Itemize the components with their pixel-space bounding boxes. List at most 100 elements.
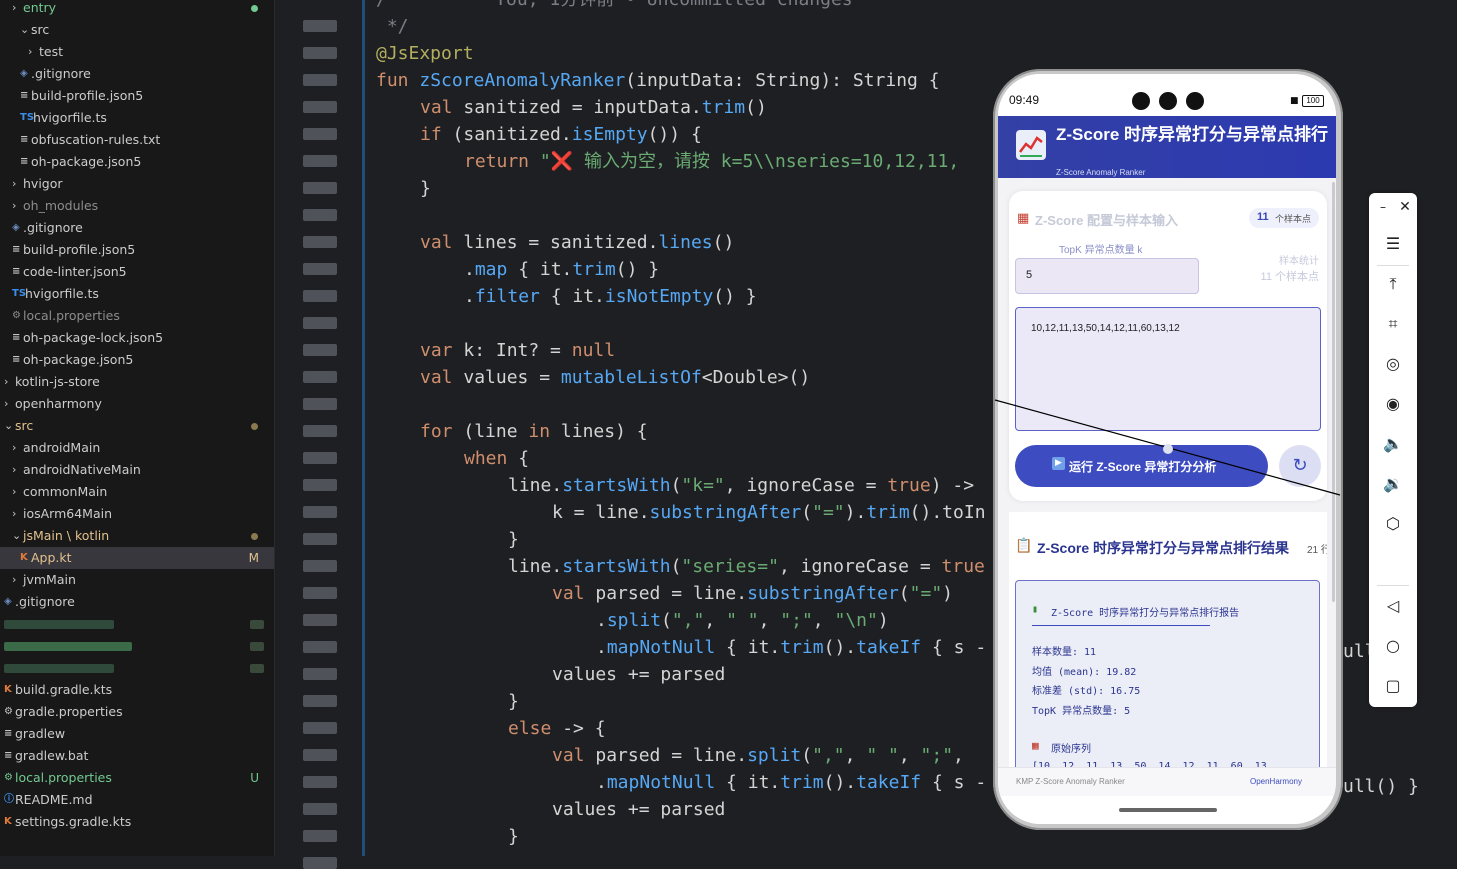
tree-item[interactable]: › jvmMain — [0, 569, 274, 591]
rotate-icon[interactable]: ◎ — [1381, 352, 1405, 376]
tree-item[interactable]: ≡ obfuscation-rules.txt — [0, 129, 274, 151]
line-number — [303, 533, 337, 545]
git-status-badge: U — [250, 771, 259, 785]
blurred-row[interactable] — [0, 657, 274, 679]
line-number — [303, 155, 337, 167]
code-line: for (line in lines) { — [420, 418, 648, 445]
tree-item[interactable]: ≡ gradlew.bat — [0, 745, 274, 767]
tree-item[interactable]: ⌄ src — [0, 19, 274, 41]
code-token: val — [420, 232, 464, 253]
result-rows-badge: 21 行 — [1307, 545, 1327, 556]
tree-item[interactable]: ≡ code-linter.json5 — [0, 261, 274, 283]
shake-icon[interactable]: ⬡ — [1381, 512, 1405, 536]
code-token: { it. — [715, 637, 781, 658]
tree-item[interactable]: TS hvigorfile.ts — [0, 107, 274, 129]
scrollbar[interactable] — [1332, 182, 1335, 602]
app-subtitle: Z-Score Anomaly Ranker — [1056, 168, 1146, 177]
sample-count-label: 个样本点 — [1275, 214, 1312, 224]
tree-item[interactable]: › test — [0, 41, 274, 63]
file-type-icon: ◈ — [4, 596, 12, 607]
tree-item[interactable]: › commonMain — [0, 481, 274, 503]
tree-item[interactable]: ◈ .gitignore — [0, 63, 274, 85]
code-token: trim — [701, 97, 746, 118]
volume-up-icon[interactable]: 🔈 — [1381, 432, 1405, 456]
tree-item[interactable]: › kotlin-js-store — [0, 371, 274, 393]
home-indicator[interactable] — [1119, 808, 1217, 812]
tree-item-label: local.properties — [15, 770, 112, 785]
pin-top-icon[interactable]: ⤒ — [1381, 272, 1405, 296]
tree-item[interactable]: ≡ build-profile.json5 — [0, 239, 274, 261]
tree-item[interactable]: ≡ gradlew — [0, 723, 274, 745]
drag-line — [994, 399, 1341, 496]
tree-item-label: oh-package-lock.json5 — [23, 330, 164, 345]
status-time: 09:49 — [1009, 93, 1040, 107]
tree-item[interactable]: K App.kt M — [0, 547, 274, 569]
code-token: true — [887, 475, 931, 496]
chart-icon — [1016, 130, 1046, 160]
tree-item[interactable]: › androidMain — [0, 437, 274, 459]
tree-item-label: oh_modules — [23, 198, 99, 213]
code-line: .map { it.trim() } — [464, 256, 659, 283]
code-token: */ — [376, 16, 409, 37]
tree-item[interactable]: › oh_modules — [0, 195, 274, 217]
tree-item[interactable]: › iosArm64Main — [0, 503, 274, 525]
code-line: .filter { it.isNotEmpty() } — [464, 283, 757, 310]
tree-item[interactable]: ⚙ gradle.properties — [0, 701, 274, 723]
blurred-row[interactable] — [0, 635, 274, 657]
tree-item[interactable]: ◈ .gitignore — [0, 217, 274, 239]
lock-icon: ■ — [1290, 96, 1299, 106]
tree-item-label: obfuscation-rules.txt — [31, 132, 161, 147]
line-number-gutter — [275, 0, 367, 869]
blurred-row[interactable] — [0, 613, 274, 635]
tree-item[interactable]: ≡ oh-package.json5 — [0, 349, 274, 371]
sample-count-number: 11 — [1257, 211, 1269, 223]
tree-item[interactable]: › openharmony — [0, 393, 274, 415]
home-icon[interactable]: ○ — [1381, 634, 1405, 658]
line-number — [303, 101, 337, 113]
line-number — [303, 452, 337, 464]
code-token: parsed = line. — [595, 745, 748, 766]
menu-icon[interactable]: ☰ — [1381, 232, 1405, 256]
tree-item[interactable]: › androidNativeMain — [0, 459, 274, 481]
tree-item-label: iosArm64Main — [23, 506, 113, 521]
tree-item-label: hvigorfile.ts — [33, 110, 107, 125]
line-number — [303, 560, 337, 572]
code-token: var — [420, 340, 464, 361]
camera-icon — [1132, 92, 1150, 110]
tree-item[interactable]: ◈ .gitignore — [0, 591, 274, 613]
code-token: return — [464, 151, 540, 172]
report-box[interactable]: ▮ Z-Score 时序异常打分与异常点排行报告 样本数量: 11 均值 (mea… — [1015, 580, 1320, 774]
tree-item[interactable]: TS hvigorfile.ts — [0, 283, 274, 305]
code-line: .mapNotNull { it.trim().takeIf { s - — [596, 634, 986, 661]
line-number — [303, 20, 337, 32]
stat-label: 样本统计 — [1279, 256, 1319, 267]
code-token: { — [518, 448, 530, 469]
topk-input[interactable]: 5 — [1015, 258, 1199, 294]
crop-icon[interactable]: ⌗ — [1381, 312, 1405, 336]
tree-item[interactable]: ≡ oh-package-lock.json5 — [0, 327, 274, 349]
tree-item[interactable]: ⚙ local.properties — [0, 305, 274, 327]
recent-icon[interactable]: ▢ — [1381, 674, 1405, 698]
code-token: values = — [463, 367, 561, 388]
tree-item[interactable]: ≡ build-profile.json5 — [0, 85, 274, 107]
tree-item[interactable]: ⌄ src — [0, 415, 274, 437]
code-token: isNotEmpty — [604, 286, 714, 307]
screenshot-icon[interactable]: ◉ — [1381, 392, 1405, 416]
tree-item[interactable]: › entry — [0, 0, 274, 19]
volume-down-icon[interactable]: 🔉 — [1381, 472, 1405, 496]
close-icon[interactable]: ✕ — [1393, 195, 1417, 219]
code-line: / You, 1分钟前 • Uncommitted changes — [376, 0, 853, 13]
back-icon[interactable]: ◁ — [1381, 594, 1405, 618]
tree-item[interactable]: Kbuild.gradle.kts — [0, 679, 274, 701]
tree-item[interactable]: ⓘ README.md — [0, 789, 274, 811]
tree-item[interactable]: ⚙ local.properties U — [0, 767, 274, 789]
tree-item[interactable]: ⌄ jsMain \ kotlin — [0, 525, 274, 547]
code-line: if (sanitized.isEmpty()) { — [420, 121, 702, 148]
code-token: mapNotNull — [606, 637, 716, 658]
tree-item[interactable]: Ksettings.gradle.kts — [0, 811, 274, 833]
tree-item[interactable]: ≡ oh-package.json5 — [0, 151, 274, 173]
code-line: else -> { — [508, 715, 606, 742]
minimize-icon[interactable]: – — [1371, 195, 1395, 219]
tree-item[interactable]: › hvigor — [0, 173, 274, 195]
line-number — [303, 182, 337, 194]
